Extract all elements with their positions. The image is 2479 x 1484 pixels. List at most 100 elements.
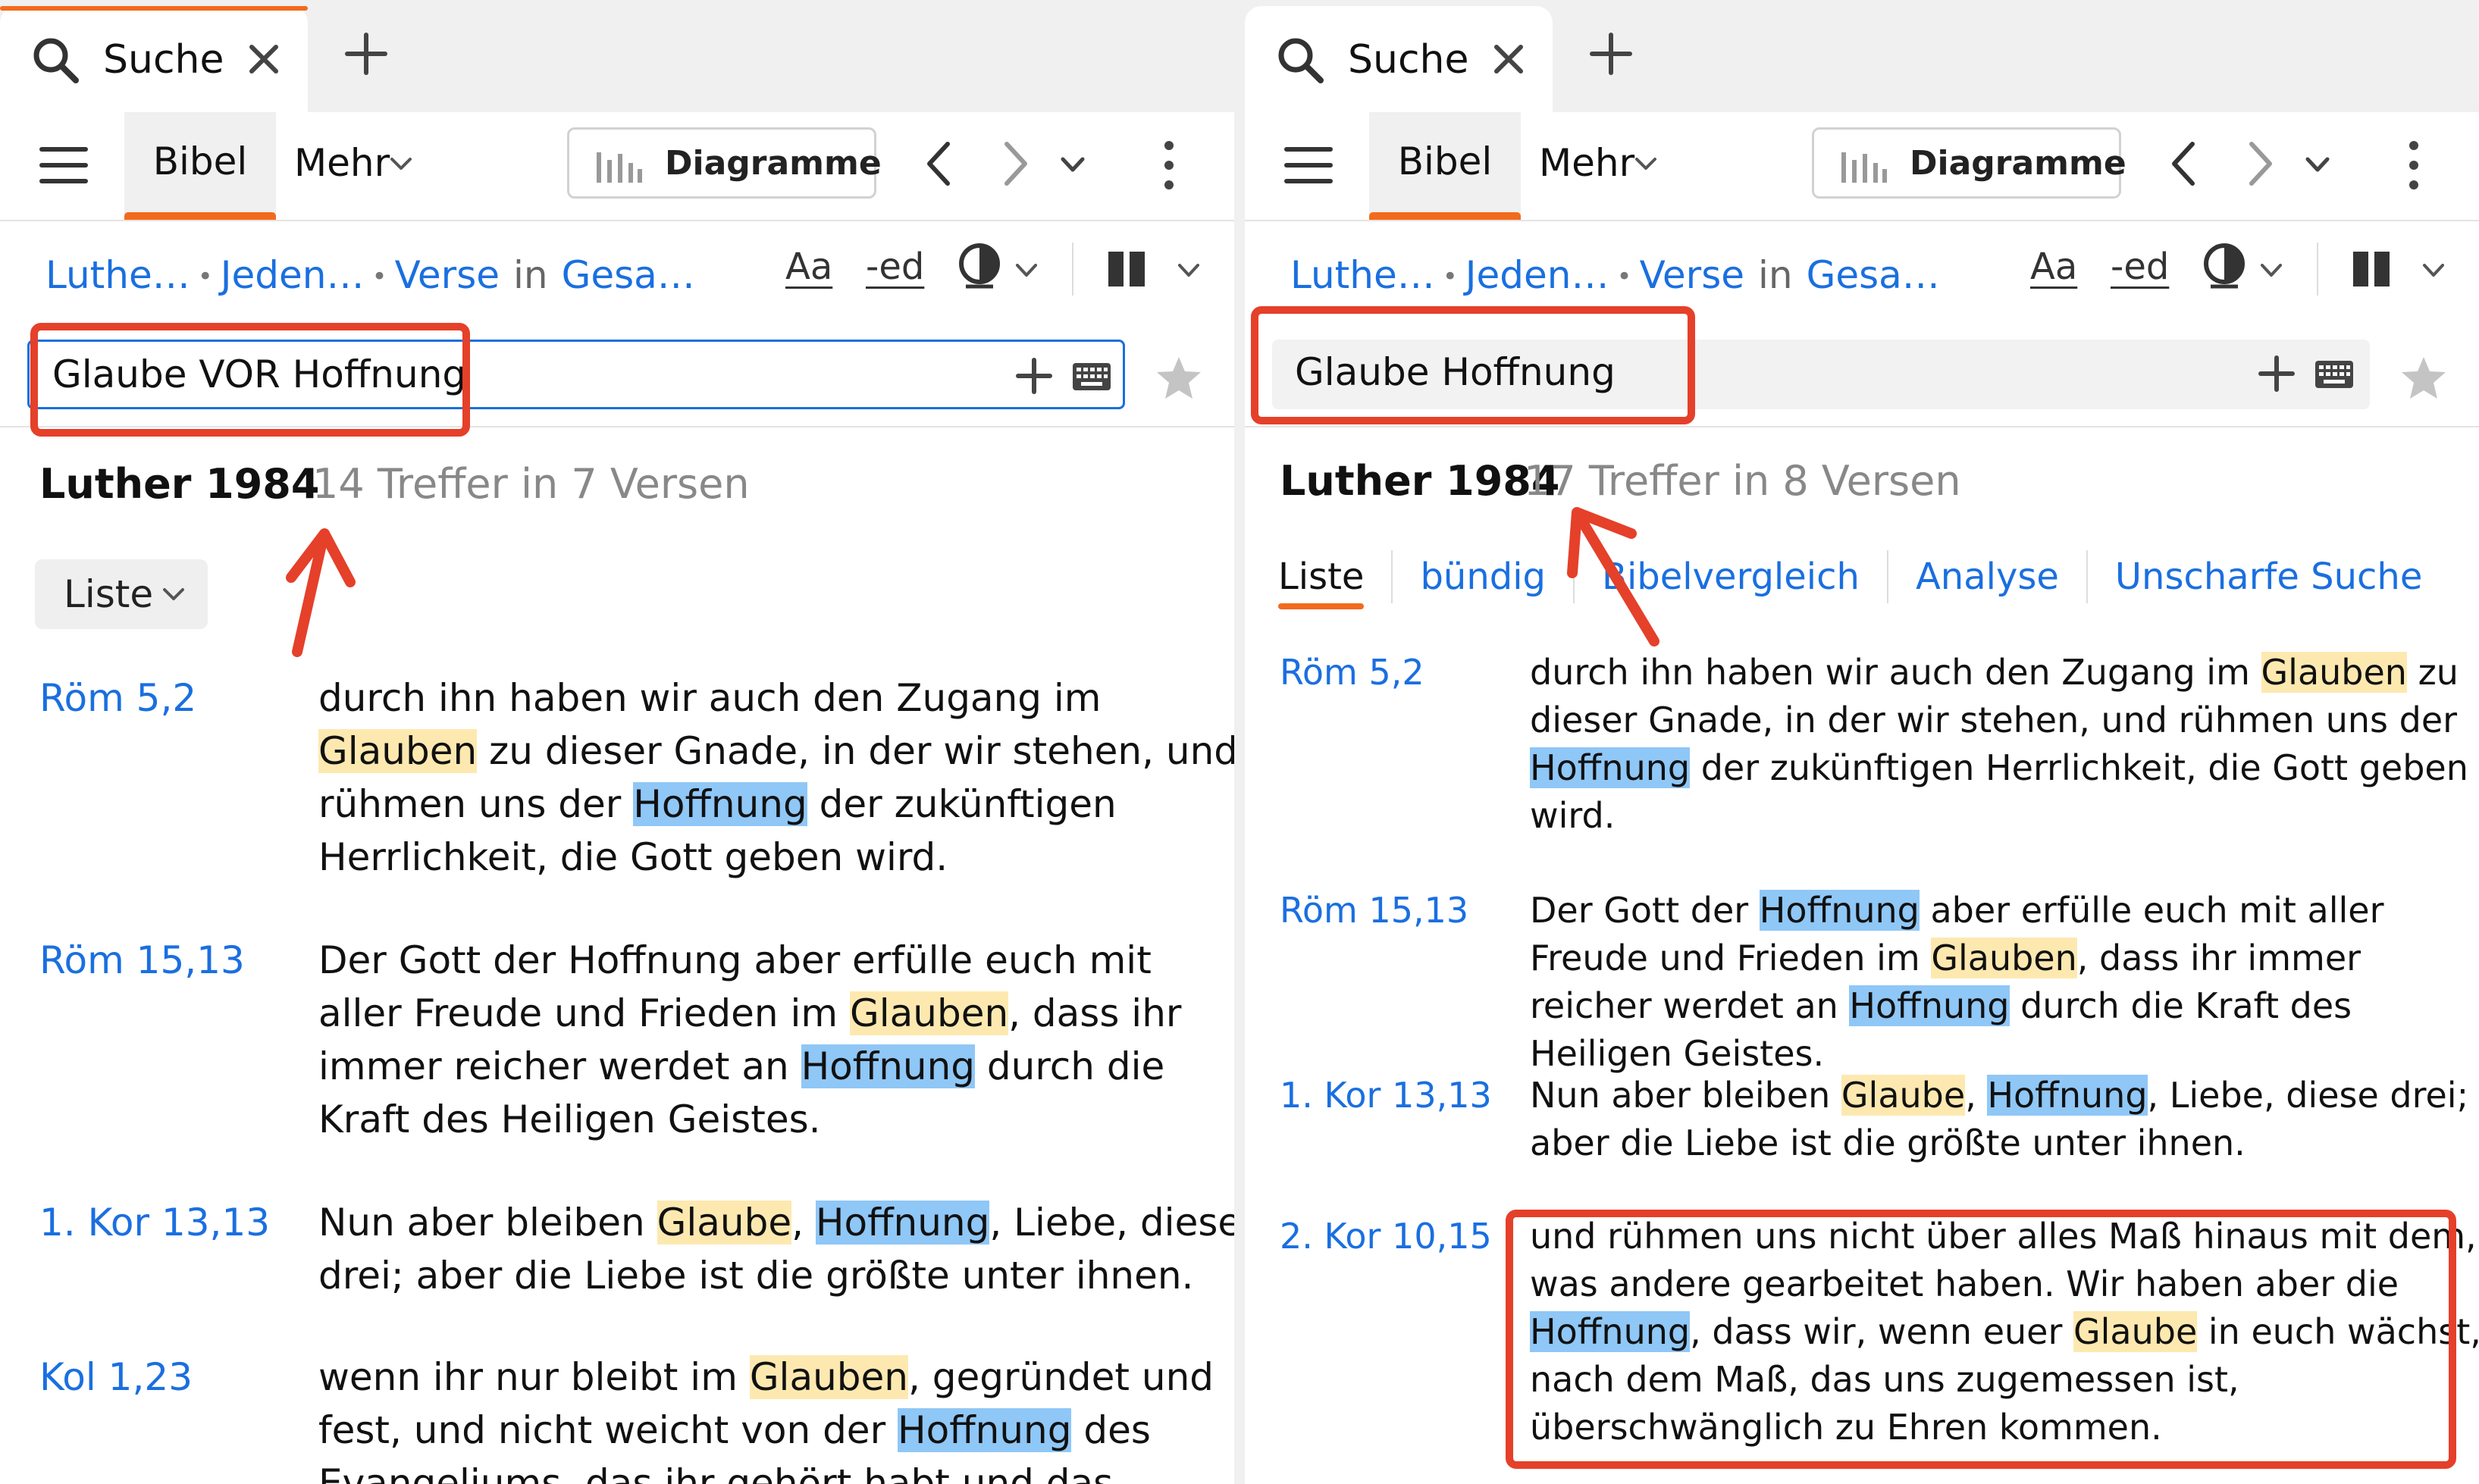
toolbar: Bibel Mehr Diagramme xyxy=(0,112,1234,221)
columns-layout-icon[interactable] xyxy=(2353,250,2391,288)
hamburger-menu-icon[interactable] xyxy=(39,144,88,186)
verse-text-segment: und rühmen uns nicht über alles Maß hina… xyxy=(1530,1216,2477,1304)
tab-suche[interactable]: Suche xyxy=(0,6,308,112)
highlight-hoffnung: Hoffnung xyxy=(1530,1311,1691,1352)
contrast-icon[interactable] xyxy=(2200,241,2249,290)
chevron-left-icon[interactable] xyxy=(2168,139,2199,188)
verse-text-segment: Nun aber bleiben xyxy=(318,1201,657,1244)
view-tab-label: Liste xyxy=(1278,556,1365,598)
chevron-right-icon[interactable] xyxy=(2246,139,2276,188)
highlight-hoffnung: Hoffnung xyxy=(1759,890,1920,931)
highlight-glaube: Glaube xyxy=(1841,1075,1966,1116)
search-input[interactable] xyxy=(52,342,962,407)
font-size-toggle[interactable]: Aa xyxy=(785,244,832,290)
chevron-down-icon[interactable] xyxy=(2259,262,2283,279)
highlight-glaube: Glauben xyxy=(318,729,478,773)
search-input[interactable] xyxy=(1295,340,2205,405)
verse-text: durch ihn haben wir auch den Zugang im G… xyxy=(318,672,1234,884)
favorite-star-icon[interactable] xyxy=(1155,355,1202,402)
active-view-underline xyxy=(1278,603,1365,609)
view-tab-1[interactable]: bündig xyxy=(1393,550,1575,603)
verse-text-segment: , xyxy=(1965,1075,1988,1116)
verses-filter-link[interactable]: Verse xyxy=(1640,253,1744,297)
view-tab-0[interactable]: Liste xyxy=(1278,550,1393,609)
highlight-glaube: Glauben xyxy=(849,991,1009,1035)
keyboard-icon[interactable] xyxy=(2315,361,2353,388)
toolbar: Bibel Mehr Diagramme xyxy=(1245,112,2479,221)
inflection-toggle[interactable]: -ed xyxy=(866,244,924,290)
chevron-down-icon[interactable] xyxy=(1634,156,1657,171)
chevron-down-icon[interactable] xyxy=(1014,262,1039,279)
verse-reference-link[interactable]: Röm 15,13 xyxy=(39,934,245,987)
verse-text-segment: Nun aber bleiben xyxy=(1530,1075,1841,1116)
close-tab-icon[interactable] xyxy=(243,38,285,80)
verse-reference-link[interactable]: 2. Kor 10,15 xyxy=(1280,1213,1492,1260)
nav-bibel-tab[interactable]: Bibel xyxy=(124,112,276,220)
active-tab-indicator xyxy=(0,6,308,11)
filter-bar: Luthe… • Jeden… • Verse in Gesa… Aa -ed xyxy=(0,220,1234,326)
chevron-right-icon[interactable] xyxy=(1001,139,1031,188)
verse-reference-link[interactable]: Röm 5,2 xyxy=(39,672,196,725)
view-tab-4[interactable]: Unscharfe Suche xyxy=(2088,550,2449,603)
verse-reference-link[interactable]: 1. Kor 13,13 xyxy=(1280,1072,1492,1119)
search-icon xyxy=(1278,38,1324,83)
view-tab-label: bündig xyxy=(1420,556,1547,598)
scope-filter-link[interactable]: Jeden… xyxy=(221,253,365,297)
nav-bibel-tab[interactable]: Bibel xyxy=(1369,112,1521,220)
divider xyxy=(1072,243,1073,296)
chevron-down-icon[interactable] xyxy=(390,156,412,171)
highlight-hoffnung: Hoffnung xyxy=(1530,747,1691,788)
search-field[interactable] xyxy=(1272,340,2370,409)
view-tab-label: Analyse xyxy=(1915,556,2059,598)
new-tab-plus-icon[interactable] xyxy=(1587,30,1634,77)
results-count: 14 Treffer in 7 Versen xyxy=(312,460,750,508)
nav-mehr-menu[interactable]: Mehr xyxy=(1539,136,1634,189)
hamburger-menu-icon[interactable] xyxy=(1284,144,1333,186)
view-tab-3[interactable]: Analyse xyxy=(1888,550,2088,603)
nav-mehr-menu[interactable]: Mehr xyxy=(294,136,390,189)
history-dropdown-chevron-icon[interactable] xyxy=(2305,156,2330,173)
new-tab-plus-icon[interactable] xyxy=(343,30,390,77)
range-filter-link[interactable]: Gesa… xyxy=(1807,253,1940,297)
font-size-toggle[interactable]: Aa xyxy=(2030,244,2077,290)
favorite-star-icon[interactable] xyxy=(2400,355,2447,402)
verses-filter-link[interactable]: Verse xyxy=(395,253,500,297)
add-term-plus-icon[interactable] xyxy=(2258,355,2296,393)
history-dropdown-chevron-icon[interactable] xyxy=(1060,156,1086,173)
diagramme-button[interactable]: Diagramme xyxy=(1812,127,2126,199)
highlight-hoffnung: Hoffnung xyxy=(1849,985,2010,1026)
chevron-left-icon[interactable] xyxy=(923,139,954,188)
tab-suche[interactable]: Suche xyxy=(1245,6,1553,112)
verse-reference-link[interactable]: Röm 5,2 xyxy=(1280,649,1424,697)
more-options-icon[interactable] xyxy=(2405,139,2423,191)
view-mode-dropdown[interactable]: Liste xyxy=(35,559,208,629)
search-row xyxy=(0,326,1234,427)
columns-layout-icon[interactable] xyxy=(1108,250,1146,288)
translation-filter-link[interactable]: Luthe… xyxy=(45,253,190,297)
verse-reference-link[interactable]: Kol 1,23 xyxy=(39,1351,193,1404)
add-term-plus-icon[interactable] xyxy=(1015,357,1053,395)
verse-text-segment: wenn ihr nur bleibt im xyxy=(318,1355,750,1399)
chevron-down-icon[interactable] xyxy=(2421,262,2446,279)
translation-filter-link[interactable]: Luthe… xyxy=(1290,253,1435,297)
more-options-icon[interactable] xyxy=(1160,139,1178,191)
scope-filter-link[interactable]: Jeden… xyxy=(1465,253,1609,297)
diagramme-button[interactable]: Diagramme xyxy=(567,127,882,199)
verse-reference-link[interactable]: 1. Kor 13,13 xyxy=(39,1196,270,1249)
verse-text-segment: , dass wir, wenn euer xyxy=(1690,1311,2073,1352)
close-tab-icon[interactable] xyxy=(1487,38,1530,80)
tab-label: Suche xyxy=(1348,37,1469,83)
highlight-glaube: Glaube xyxy=(2073,1311,2198,1352)
search-icon xyxy=(33,38,79,83)
search-field[interactable] xyxy=(27,340,1125,409)
nav-bibel-label: Bibel xyxy=(152,139,248,183)
inflection-toggle[interactable]: -ed xyxy=(2111,244,2169,290)
verse-reference-link[interactable]: Röm 15,13 xyxy=(1280,887,1468,935)
range-filter-link[interactable]: Gesa… xyxy=(562,253,695,297)
contrast-icon[interactable] xyxy=(955,241,1004,290)
highlight-hoffnung: Hoffnung xyxy=(1987,1075,2148,1116)
keyboard-icon[interactable] xyxy=(1073,363,1111,390)
view-tab-2[interactable]: Bibelvergleich xyxy=(1575,550,1888,603)
chevron-down-icon xyxy=(163,588,184,600)
chevron-down-icon[interactable] xyxy=(1177,262,1201,279)
